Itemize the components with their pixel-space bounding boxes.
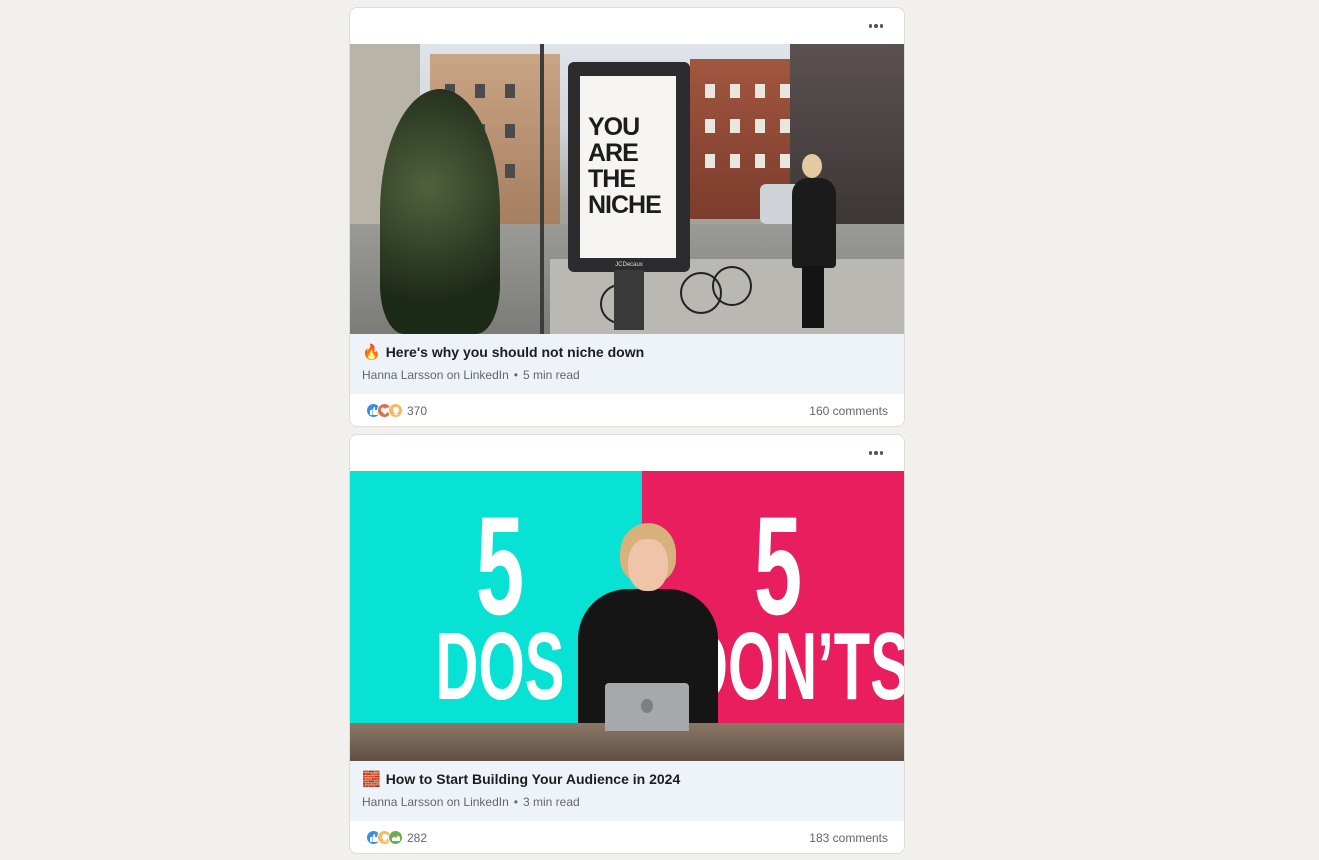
- social-counts: 370 160 comments: [350, 394, 904, 426]
- article-title[interactable]: 🔥 Here's why you should not niche down: [362, 344, 892, 361]
- billboard-line: ARE: [588, 139, 639, 167]
- apple-logo-icon: [641, 699, 653, 713]
- ivy-bush: [380, 89, 500, 334]
- more-options-button[interactable]: [862, 443, 890, 463]
- pole: [540, 44, 544, 334]
- image-word: DOS: [435, 613, 565, 720]
- separator: •: [513, 368, 518, 382]
- article-meta: Hanna Larsson on LinkedIn • 5 min read: [362, 368, 892, 382]
- article-card: YOU ARE THE NICHE JCDecaux 🔥 Here's why …: [349, 7, 905, 427]
- dot-icon: [868, 24, 873, 28]
- read-time: 3 min read: [522, 795, 580, 809]
- support-icon: [388, 830, 403, 845]
- street-scene-image: YOU ARE THE NICHE JCDecaux: [350, 44, 904, 334]
- article-image[interactable]: YOU ARE THE NICHE JCDecaux: [350, 44, 904, 334]
- article-info[interactable]: 🔥 Here's why you should not niche down H…: [350, 334, 904, 394]
- dot-icon: [874, 451, 878, 455]
- fire-icon: 🔥: [362, 344, 381, 361]
- woman-figure: [790, 154, 838, 332]
- dot-icon: [879, 24, 884, 28]
- article-meta: Hanna Larsson on LinkedIn • 3 min read: [362, 795, 892, 809]
- insightful-icon: [388, 403, 403, 418]
- bricks-icon: 🧱: [362, 771, 381, 788]
- dot-icon: [879, 451, 884, 455]
- billboard-stand: [614, 270, 644, 330]
- reactions-summary[interactable]: 282: [366, 830, 427, 845]
- laptop: [605, 683, 689, 731]
- comments-link[interactable]: 160 comments: [809, 404, 888, 418]
- author-line: Hanna Larsson on LinkedIn: [362, 795, 509, 809]
- billboard-screen: YOU ARE THE NICHE: [580, 76, 676, 258]
- article-image[interactable]: 5 DOS 5 DON’TS: [350, 471, 904, 761]
- separator: •: [513, 795, 518, 809]
- billboard-line: YOU: [588, 113, 640, 141]
- billboard: YOU ARE THE NICHE JCDecaux: [568, 62, 690, 272]
- billboard-brand: JCDecaux: [615, 262, 643, 268]
- dot-icon: [874, 24, 878, 28]
- billboard-line: NICHE: [588, 191, 662, 219]
- author-line: Hanna Larsson on LinkedIn: [362, 368, 509, 382]
- article-info[interactable]: 🧱 How to Start Building Your Audience in…: [350, 761, 904, 821]
- reactions-summary[interactable]: 370: [366, 403, 427, 418]
- read-time: 5 min read: [522, 368, 580, 382]
- bicycle-wheel: [712, 266, 752, 306]
- social-counts: 282 183 comments: [350, 821, 904, 853]
- billboard-line: THE: [588, 165, 636, 193]
- reaction-count: 282: [407, 830, 428, 845]
- comments-link[interactable]: 183 comments: [809, 831, 888, 845]
- article-title-text: Here's why you should not niche down: [385, 344, 645, 360]
- article-card: 5 DOS 5 DON’TS 🧱 How to Start Building Y…: [349, 434, 905, 854]
- article-title-text: How to Start Building Your Audience in 2…: [385, 771, 681, 787]
- reaction-count: 370: [407, 403, 428, 418]
- more-options-button[interactable]: [862, 16, 890, 36]
- card-header: [350, 435, 904, 471]
- dot-icon: [868, 451, 873, 455]
- billboard-text: YOU ARE THE NICHE: [588, 113, 662, 219]
- article-title[interactable]: 🧱 How to Start Building Your Audience in…: [362, 771, 892, 788]
- card-header: [350, 8, 904, 44]
